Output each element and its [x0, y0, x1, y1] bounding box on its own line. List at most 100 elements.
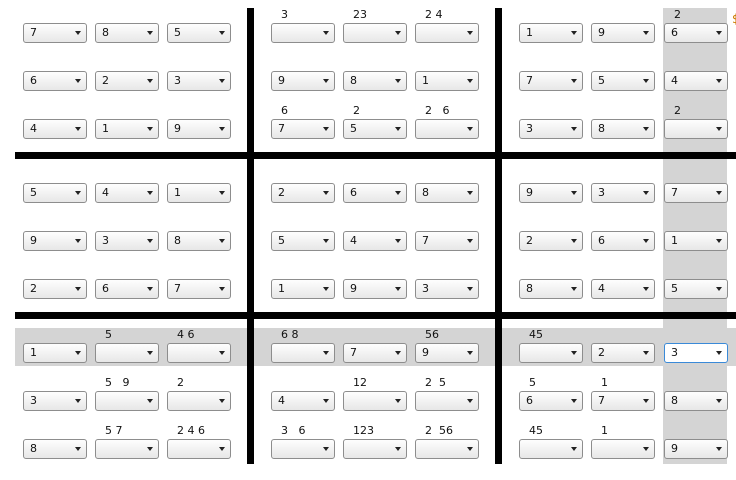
- cell-dropdown-r4c7[interactable]: 9: [519, 183, 583, 203]
- candidate-hint: 2: [177, 376, 184, 389]
- chevron-down-icon: [323, 351, 329, 355]
- cell-dropdown-r3c3[interactable]: 9: [167, 119, 231, 139]
- cell-dropdown-r1c6[interactable]: [415, 23, 479, 43]
- chevron-down-icon: [571, 31, 577, 35]
- cell-dropdown-r4c5[interactable]: 6: [343, 183, 407, 203]
- cell-dropdown-r6c1[interactable]: 2: [23, 279, 87, 299]
- chevron-down-icon: [75, 447, 81, 451]
- cell-dropdown-r3c5[interactable]: 5: [343, 119, 407, 139]
- cell-dropdown-r8c8[interactable]: 7: [591, 391, 655, 411]
- cell-dropdown-r1c5[interactable]: [343, 23, 407, 43]
- cell-dropdown-r7c9[interactable]: 3: [664, 343, 728, 363]
- cell-dropdown-r5c7[interactable]: 2: [519, 231, 583, 251]
- cell-dropdown-r8c5[interactable]: [343, 391, 407, 411]
- cell-dropdown-r6c4[interactable]: 1: [271, 279, 335, 299]
- cell-dropdown-r4c9[interactable]: 7: [664, 183, 728, 203]
- cell-dropdown-r9c6[interactable]: [415, 439, 479, 459]
- cell-dropdown-r9c4[interactable]: [271, 439, 335, 459]
- cell-dropdown-r9c9[interactable]: 9: [664, 439, 728, 459]
- cell-dropdown-r9c2[interactable]: [95, 439, 159, 459]
- cell-dropdown-r6c2[interactable]: 6: [95, 279, 159, 299]
- cell-dropdown-r2c8[interactable]: 5: [591, 71, 655, 91]
- cell-dropdown-r2c9[interactable]: 4: [664, 71, 728, 91]
- cell-dropdown-r6c9[interactable]: 5: [664, 279, 728, 299]
- cell-dropdown-r2c6[interactable]: 1: [415, 71, 479, 91]
- cell-value: 9: [671, 442, 678, 455]
- cell-dropdown-r6c5[interactable]: 9: [343, 279, 407, 299]
- box-divider-horizontal-1: [15, 152, 736, 159]
- cell-dropdown-r1c3[interactable]: 5: [167, 23, 231, 43]
- cell-dropdown-r7c1[interactable]: 1: [23, 343, 87, 363]
- cell-dropdown-r9c3[interactable]: [167, 439, 231, 459]
- cell-value: 6: [526, 394, 533, 407]
- cell-dropdown-r3c8[interactable]: 8: [591, 119, 655, 139]
- cell-dropdown-r7c6[interactable]: 9: [415, 343, 479, 363]
- cell-dropdown-r1c7[interactable]: 1: [519, 23, 583, 43]
- cell-dropdown-r3c1[interactable]: 4: [23, 119, 87, 139]
- chevron-down-icon: [643, 287, 649, 291]
- cell-dropdown-r1c9[interactable]: 6: [664, 23, 728, 43]
- cell-dropdown-r2c3[interactable]: 3: [167, 71, 231, 91]
- cell-dropdown-r8c2[interactable]: [95, 391, 159, 411]
- cell-dropdown-r3c9[interactable]: [664, 119, 728, 139]
- cell-dropdown-r9c1[interactable]: 8: [23, 439, 87, 459]
- cell-dropdown-r3c7[interactable]: 3: [519, 119, 583, 139]
- cell-dropdown-r4c6[interactable]: 8: [415, 183, 479, 203]
- cell-dropdown-r2c4[interactable]: 9: [271, 71, 335, 91]
- cell-dropdown-r9c5[interactable]: [343, 439, 407, 459]
- cell-dropdown-r5c9[interactable]: 1: [664, 231, 728, 251]
- cell-value: 9: [422, 346, 429, 359]
- cell-dropdown-r1c8[interactable]: 9: [591, 23, 655, 43]
- candidate-hint: 45: [529, 424, 543, 437]
- cell-dropdown-r4c3[interactable]: 1: [167, 183, 231, 203]
- box-divider-vertical-1: [247, 8, 254, 464]
- cell-dropdown-r4c8[interactable]: 3: [591, 183, 655, 203]
- cell-dropdown-r4c4[interactable]: 2: [271, 183, 335, 203]
- cell-dropdown-r5c2[interactable]: 3: [95, 231, 159, 251]
- cell-dropdown-r1c2[interactable]: 8: [95, 23, 159, 43]
- cell-dropdown-r5c3[interactable]: 8: [167, 231, 231, 251]
- cell-dropdown-r8c9[interactable]: 8: [664, 391, 728, 411]
- cell-dropdown-r2c7[interactable]: 7: [519, 71, 583, 91]
- cell-dropdown-r4c2[interactable]: 4: [95, 183, 159, 203]
- cell-dropdown-r8c4[interactable]: 4: [271, 391, 335, 411]
- cell-dropdown-r3c6[interactable]: [415, 119, 479, 139]
- cell-dropdown-r6c8[interactable]: 4: [591, 279, 655, 299]
- cell-dropdown-r7c7[interactable]: [519, 343, 583, 363]
- cell-dropdown-r5c8[interactable]: 6: [591, 231, 655, 251]
- cell-dropdown-r2c2[interactable]: 2: [95, 71, 159, 91]
- candidate-hint: 2: [674, 104, 681, 117]
- cell-dropdown-r7c2[interactable]: [95, 343, 159, 363]
- cell-dropdown-r7c3[interactable]: [167, 343, 231, 363]
- candidate-hint: 2 5: [425, 376, 446, 389]
- cell-dropdown-r3c4[interactable]: 7: [271, 119, 335, 139]
- cell-dropdown-r8c6[interactable]: [415, 391, 479, 411]
- cell-value: 5: [598, 74, 605, 87]
- cell-dropdown-r4c1[interactable]: 5: [23, 183, 87, 203]
- cell-dropdown-r6c3[interactable]: 7: [167, 279, 231, 299]
- cell-dropdown-r7c5[interactable]: 7: [343, 343, 407, 363]
- cell-dropdown-r5c1[interactable]: 9: [23, 231, 87, 251]
- chevron-down-icon: [323, 191, 329, 195]
- candidate-hint: 2: [674, 8, 681, 21]
- cell-dropdown-r1c1[interactable]: 7: [23, 23, 87, 43]
- cell-dropdown-r2c1[interactable]: 6: [23, 71, 87, 91]
- cell-dropdown-r3c2[interactable]: 1: [95, 119, 159, 139]
- cell-dropdown-r5c4[interactable]: 5: [271, 231, 335, 251]
- cell-dropdown-r5c6[interactable]: 7: [415, 231, 479, 251]
- cell-dropdown-r8c7[interactable]: 6: [519, 391, 583, 411]
- cell-value: 8: [350, 74, 357, 87]
- cell-dropdown-r7c8[interactable]: 2: [591, 343, 655, 363]
- cell-dropdown-r5c5[interactable]: 4: [343, 231, 407, 251]
- chevron-down-icon: [147, 287, 153, 291]
- cell-dropdown-r7c4[interactable]: [271, 343, 335, 363]
- cell-dropdown-r6c7[interactable]: 8: [519, 279, 583, 299]
- cell-dropdown-r6c6[interactable]: 3: [415, 279, 479, 299]
- cell-dropdown-r8c3[interactable]: [167, 391, 231, 411]
- cell-dropdown-r2c5[interactable]: 8: [343, 71, 407, 91]
- cell-dropdown-r9c7[interactable]: [519, 439, 583, 459]
- cell-dropdown-r8c1[interactable]: 3: [23, 391, 87, 411]
- chevron-down-icon: [147, 79, 153, 83]
- cell-dropdown-r1c4[interactable]: [271, 23, 335, 43]
- cell-dropdown-r9c8[interactable]: [591, 439, 655, 459]
